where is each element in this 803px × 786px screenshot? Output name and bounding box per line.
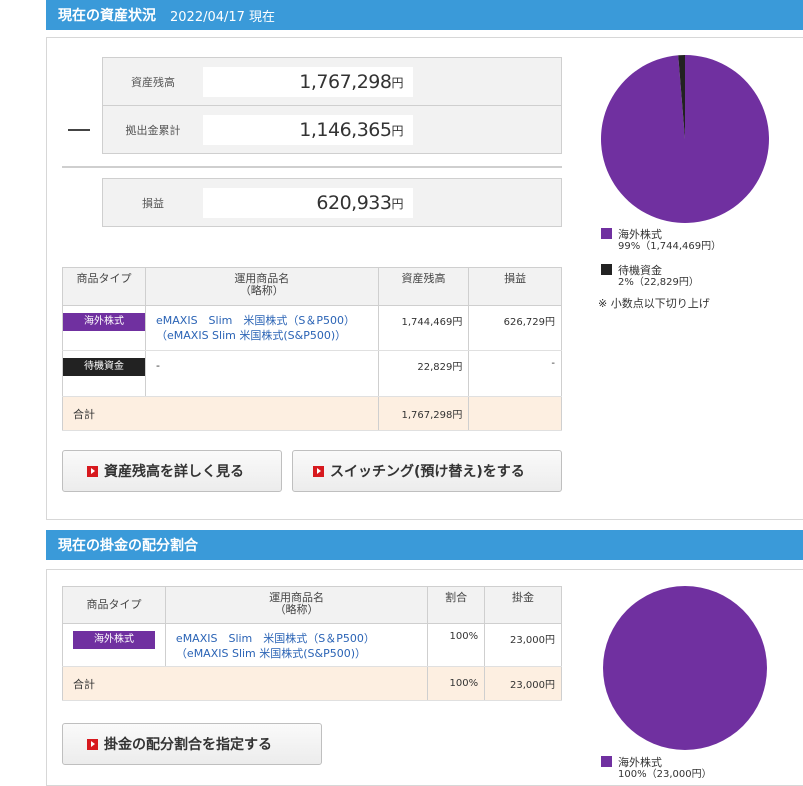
type-badge-foreign-stock: 海外株式 bbox=[72, 631, 155, 649]
col-header-name: 運用商品名 （略称） bbox=[145, 267, 379, 306]
total-profit bbox=[468, 396, 562, 431]
col-header-amount: 掛金 bbox=[484, 586, 562, 624]
allocation-table: 商品タイプ 運用商品名 （略称） 割合 掛金 海外株式 eMAXIS Slim 米… bbox=[61, 586, 562, 701]
type-badge-foreign-stock: 海外株式 bbox=[63, 313, 145, 331]
allocation-pie-chart bbox=[603, 586, 767, 750]
fund-balance: 1,744,469円 bbox=[377, 305, 470, 351]
fund-amount: 23,000円 bbox=[484, 623, 562, 667]
summary-contribution-label: 拠出金累計 bbox=[125, 123, 181, 137]
col-header-name: 運用商品名 （略称） bbox=[164, 586, 429, 624]
minus-sign bbox=[68, 129, 90, 131]
col-header-profit: 損益 bbox=[468, 267, 562, 306]
table-total-row: 合計 100% 23,000円 bbox=[61, 666, 562, 701]
pie-slice-海外株式 bbox=[603, 586, 767, 750]
arrow-right-icon bbox=[313, 465, 324, 477]
standby-profit: - bbox=[468, 350, 562, 397]
total-amount: 23,000円 bbox=[484, 666, 562, 701]
summary-balance-label: 資産残高 bbox=[131, 75, 175, 89]
allocation-table-header: 商品タイプ 運用商品名 （略称） 割合 掛金 bbox=[62, 586, 562, 624]
total-label: 合計 bbox=[61, 666, 429, 701]
summary-balance: 資産残高 1,767,298 円 bbox=[102, 57, 562, 106]
assets-section-header: 現在の資産状況 2022/04/17 現在 bbox=[46, 0, 803, 30]
view-balance-detail-button[interactable]: 資産残高を詳しく見る bbox=[62, 450, 282, 492]
total-balance: 1,767,298円 bbox=[377, 396, 470, 431]
arrow-right-icon bbox=[87, 738, 98, 750]
legend-item-foreign-stock: 海外株式 99%（1,744,469円） bbox=[601, 228, 721, 253]
switching-button[interactable]: スイッチング(預け替え)をする bbox=[292, 450, 562, 492]
legend-item-foreign-stock-allocation: 海外株式 100%（23,000円） bbox=[601, 756, 712, 781]
fund-profit: 626,729円 bbox=[468, 305, 562, 351]
assets-table: 商品タイプ 運用商品名 （略称） 資産残高 損益 海外株式 eMAXIS Slim… bbox=[62, 267, 562, 431]
table-row: 海外株式 eMAXIS Slim 米国株式（S＆P500） （eMAXIS Sli… bbox=[62, 305, 562, 351]
table-row: 待機資金 - 22,829円 - bbox=[62, 350, 562, 397]
total-ratio: 100% bbox=[427, 666, 486, 701]
allocation-section-title: 現在の掛金の配分割合 bbox=[58, 538, 198, 554]
rounding-note: ※ 小数点以下切り上げ bbox=[598, 297, 710, 310]
fund-name-link[interactable]: eMAXIS Slim 米国株式（S＆P500） （eMAXIS Slim 米国株… bbox=[164, 623, 429, 667]
summary-profit: 損益 620,933 円 bbox=[102, 178, 562, 227]
assets-table-header: 商品タイプ 運用商品名 （略称） 資産残高 損益 bbox=[62, 267, 562, 306]
assets-section-title: 現在の資産状況 bbox=[58, 8, 156, 24]
summary-profit-value: 620,933 円 bbox=[203, 188, 413, 218]
summary-contribution-value: 1,146,365 円 bbox=[203, 115, 413, 145]
summary-profit-label: 損益 bbox=[142, 196, 164, 210]
col-header-type: 商品タイプ bbox=[62, 586, 166, 624]
set-allocation-ratio-button[interactable]: 掛金の配分割合を指定する bbox=[62, 723, 322, 765]
legend-item-standby: 待機資金 2%（22,829円） bbox=[601, 264, 699, 289]
legend-swatch-purple bbox=[601, 228, 612, 239]
fund-ratio: 100% bbox=[427, 623, 486, 667]
summary-contribution: 拠出金累計 1,146,365 円 bbox=[102, 105, 562, 154]
summary-balance-value: 1,767,298 円 bbox=[203, 67, 413, 97]
summary-divider bbox=[62, 166, 562, 168]
legend-swatch-purple bbox=[601, 756, 612, 767]
table-row: 海外株式 eMAXIS Slim 米国株式（S＆P500） （eMAXIS Sli… bbox=[62, 623, 562, 667]
col-header-type: 商品タイプ bbox=[62, 267, 146, 306]
arrow-right-icon bbox=[87, 465, 98, 477]
total-label: 合計 bbox=[62, 396, 379, 431]
assets-pie-chart bbox=[601, 55, 769, 223]
fund-name-link[interactable]: eMAXIS Slim 米国株式（S＆P500） （eMAXIS Slim 米国株… bbox=[145, 305, 379, 351]
table-total-row: 合計 1,767,298円 bbox=[62, 396, 562, 431]
standby-name: - bbox=[145, 350, 379, 397]
standby-balance: 22,829円 bbox=[377, 350, 470, 397]
col-header-balance: 資産残高 bbox=[377, 267, 470, 306]
col-header-ratio: 割合 bbox=[427, 586, 486, 624]
assets-date: 2022/04/17 現在 bbox=[170, 9, 276, 25]
type-badge-standby-funds: 待機資金 bbox=[63, 358, 145, 376]
allocation-section-header: 現在の掛金の配分割合 bbox=[46, 530, 803, 560]
legend-swatch-black bbox=[601, 264, 612, 275]
